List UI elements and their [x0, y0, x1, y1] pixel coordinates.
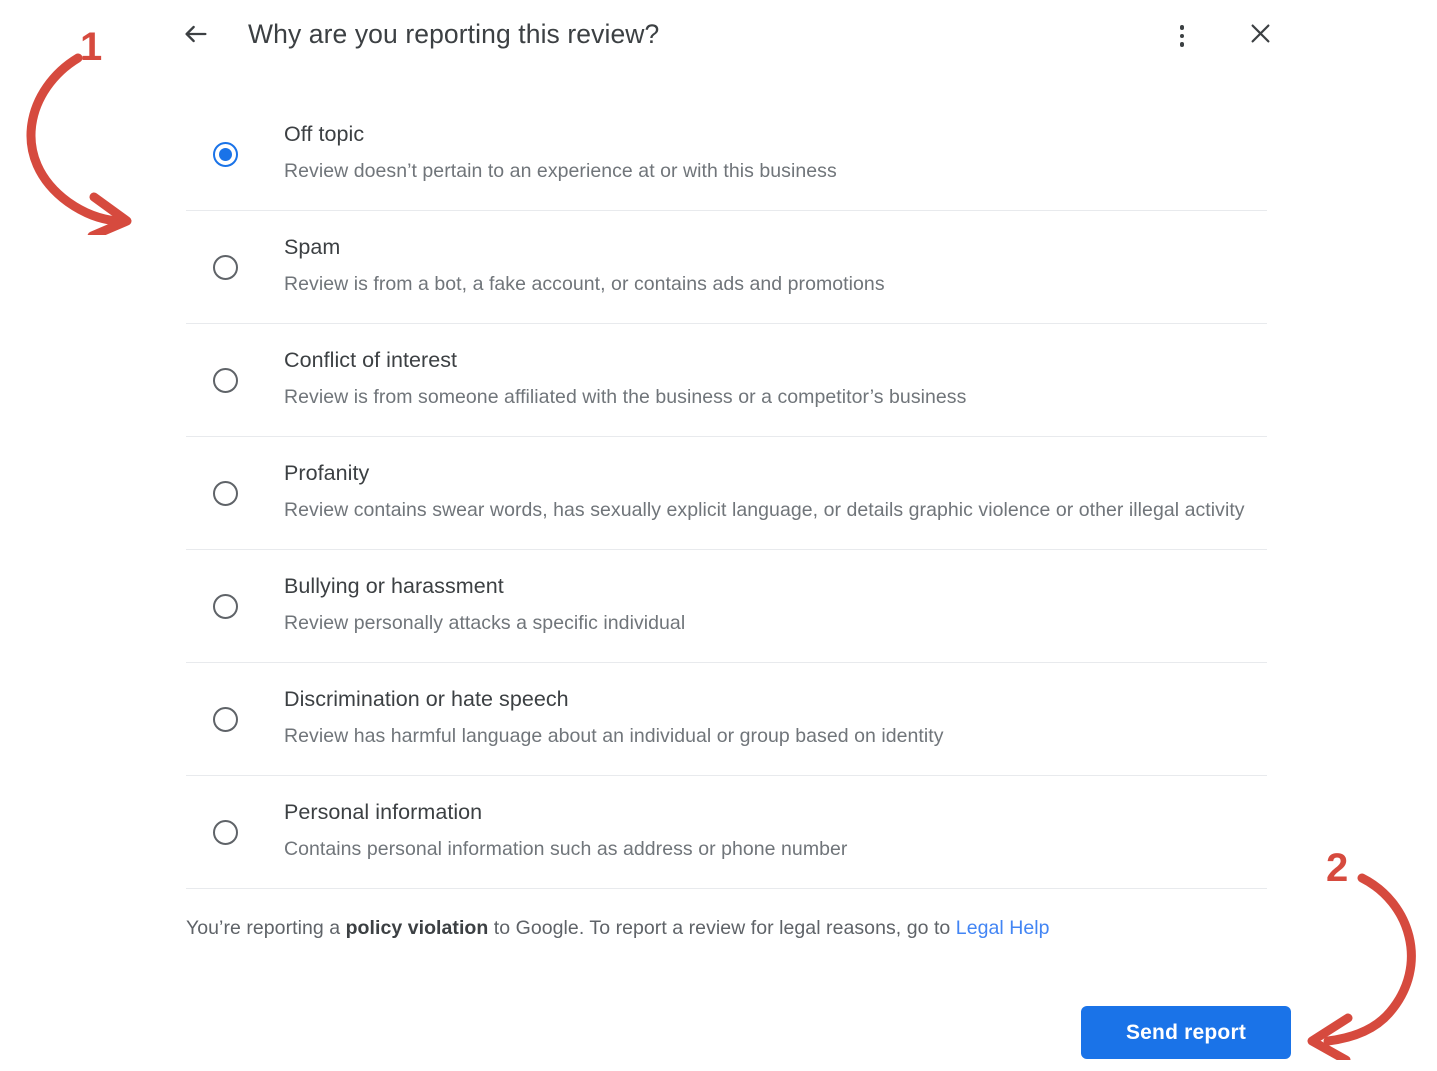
option-row-conflict-of-interest[interactable]: Conflict of interest Review is from some…	[186, 324, 1267, 437]
option-description: Review contains swear words, has sexuall…	[284, 499, 1245, 521]
option-text: Conflict of interest Review is from some…	[284, 346, 1267, 414]
radio-wrap	[186, 141, 284, 167]
radio-button-off-topic[interactable]	[213, 141, 238, 167]
option-label: Discrimination or hate speech	[284, 687, 569, 711]
option-label: Conflict of interest	[284, 348, 458, 372]
radio-wrap	[186, 480, 284, 506]
option-label: Profanity	[284, 461, 370, 485]
back-button[interactable]	[176, 16, 216, 56]
option-label: Off topic	[284, 122, 365, 146]
radio-button-spam[interactable]	[213, 254, 238, 280]
option-row-bullying-or-harassment[interactable]: Bullying or harassment Review personally…	[186, 550, 1267, 663]
disclaimer-middle: to Google. To report a review for legal …	[488, 917, 956, 939]
more-vertical-icon[interactable]	[1162, 16, 1202, 56]
arrow-left-icon	[182, 20, 210, 53]
radio-wrap	[186, 706, 284, 732]
option-description: Review has harmful language about an ind…	[284, 725, 944, 747]
annotation-arrow-1	[0, 40, 145, 241]
disclaimer-text: You’re reporting a policy violation to G…	[186, 913, 1276, 943]
option-text: Personal information Contains personal i…	[284, 798, 1267, 866]
option-label: Personal information	[284, 800, 483, 824]
radio-wrap	[186, 367, 284, 393]
option-label: Spam	[284, 235, 341, 259]
option-row-profanity[interactable]: Profanity Review contains swear words, h…	[186, 437, 1267, 550]
dialog-header: Why are you reporting this review?	[176, 8, 1272, 60]
radio-button-personal-information[interactable]	[213, 819, 238, 845]
radio-button-bullying-or-harassment[interactable]	[213, 593, 238, 619]
option-text: Off topic Review doesn’t pertain to an e…	[284, 120, 1267, 188]
option-description: Review doesn’t pertain to an experience …	[284, 160, 837, 182]
disclaimer-bold: policy violation	[345, 917, 489, 939]
option-label: Bullying or harassment	[284, 574, 504, 598]
option-description: Contains personal information such as ad…	[284, 838, 848, 860]
option-text: Bullying or harassment Review personally…	[284, 572, 1267, 640]
send-report-button[interactable]: Send report	[1081, 1006, 1291, 1059]
radio-wrap	[186, 593, 284, 619]
close-button[interactable]	[1240, 16, 1280, 56]
radio-button-profanity[interactable]	[213, 480, 238, 506]
disclaimer-prefix: You’re reporting a	[186, 917, 346, 939]
radio-wrap	[186, 254, 284, 280]
option-description: Review is from someone affiliated with t…	[284, 386, 967, 408]
radio-wrap	[186, 819, 284, 845]
option-text: Profanity Review contains swear words, h…	[284, 459, 1267, 527]
report-reason-options: Off topic Review doesn’t pertain to an e…	[186, 98, 1267, 889]
option-row-off-topic[interactable]: Off topic Review doesn’t pertain to an e…	[186, 98, 1267, 211]
overflow-dot	[1179, 33, 1185, 39]
option-description: Review is from a bot, a fake account, or…	[284, 273, 885, 295]
report-review-dialog: Why are you reporting this review? Off t…	[0, 0, 1437, 1071]
option-row-personal-information[interactable]: Personal information Contains personal i…	[186, 776, 1267, 889]
radio-button-discrimination-or-hate-speech[interactable]	[213, 706, 238, 732]
annotation-arrow-2	[1290, 860, 1437, 1065]
close-icon	[1247, 20, 1274, 52]
option-text: Discrimination or hate speech Review has…	[284, 685, 1267, 753]
dialog-title: Why are you reporting this review?	[248, 19, 660, 49]
overflow-dot	[1179, 25, 1185, 30]
overflow-dot	[1179, 42, 1185, 47]
option-row-spam[interactable]: Spam Review is from a bot, a fake accoun…	[186, 211, 1267, 324]
option-row-discrimination-or-hate-speech[interactable]: Discrimination or hate speech Review has…	[186, 663, 1267, 776]
radio-button-conflict-of-interest[interactable]	[213, 367, 238, 393]
option-description: Review personally attacks a specific ind…	[284, 612, 686, 634]
legal-help-link[interactable]: Legal Help	[956, 917, 1050, 939]
option-text: Spam Review is from a bot, a fake accoun…	[284, 233, 1267, 301]
